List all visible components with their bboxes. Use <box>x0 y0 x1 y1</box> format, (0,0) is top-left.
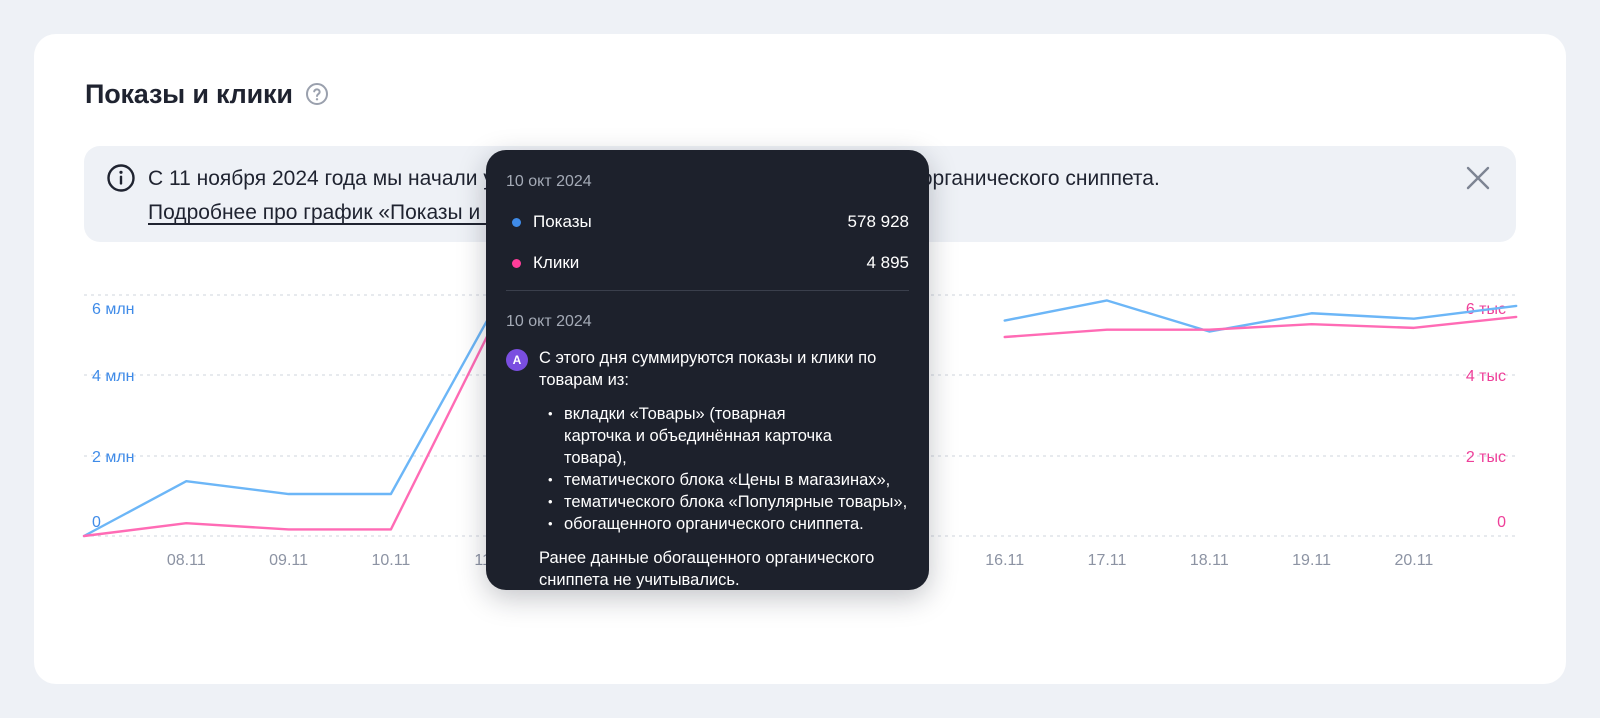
list-item: тематического блока «Цены в магазинах», <box>539 469 913 491</box>
tooltip-divider <box>506 290 909 291</box>
tooltip-note: С этого дня суммируются показы и клики п… <box>539 347 913 591</box>
list-item: тематического блока «Популярные товары», <box>539 491 913 513</box>
tooltip-clicks-label: Клики <box>533 253 580 272</box>
tooltip-impressions-label: Показы <box>533 212 592 231</box>
tooltip-note-date: 10 окт 2024 <box>506 313 592 330</box>
tooltip-clicks-value: 4 895 <box>866 253 909 272</box>
y-right-tick-label: 0 <box>1497 514 1506 531</box>
tooltip-note-intro: С этого дня суммируются показы и клики п… <box>539 349 877 389</box>
list-item: обогащенного органического сниппета. <box>539 513 913 535</box>
chart-tooltip: 10 окт 2024 Показы 578 928 Клики 4 895 1… <box>486 150 929 590</box>
x-tick-label: 10.11 <box>371 552 410 569</box>
tooltip-row-impressions: Показы 578 928 <box>506 210 909 234</box>
x-tick-label: 09.11 <box>269 552 308 569</box>
tooltip-note-outro: Ранее данные обогащенного органического … <box>539 549 875 589</box>
x-tick-label: 16.11 <box>985 552 1024 569</box>
tooltip-note-list: вкладки «Товары» (товарная карточка и об… <box>539 403 913 535</box>
tooltip-date: 10 окт 2024 <box>506 173 592 190</box>
x-tick-label: 19.11 <box>1292 552 1331 569</box>
list-item: вкладки «Товары» (товарная карточка и об… <box>539 403 854 469</box>
x-tick-label: 17.11 <box>1088 552 1127 569</box>
y-left-tick-label: 6 млн <box>92 301 135 318</box>
tooltip-row-clicks: Клики 4 895 <box>506 251 909 275</box>
y-left-tick-label: 2 млн <box>92 449 135 466</box>
clicks-dot-icon <box>512 258 521 268</box>
impressions-dot-icon <box>512 217 521 227</box>
x-tick-label: 18.11 <box>1190 552 1229 569</box>
y-left-tick-label: 4 млн <box>92 368 135 385</box>
tooltip-impressions-value: 578 928 <box>847 212 909 231</box>
annotation-badge-icon: A <box>506 349 528 371</box>
x-tick-label: 20.11 <box>1394 552 1433 569</box>
y-right-tick-label: 4 тыс <box>1466 368 1506 385</box>
clicks-line <box>1003 315 1518 339</box>
x-tick-label: 08.11 <box>167 552 206 569</box>
y-right-tick-label: 2 тыс <box>1466 449 1506 466</box>
